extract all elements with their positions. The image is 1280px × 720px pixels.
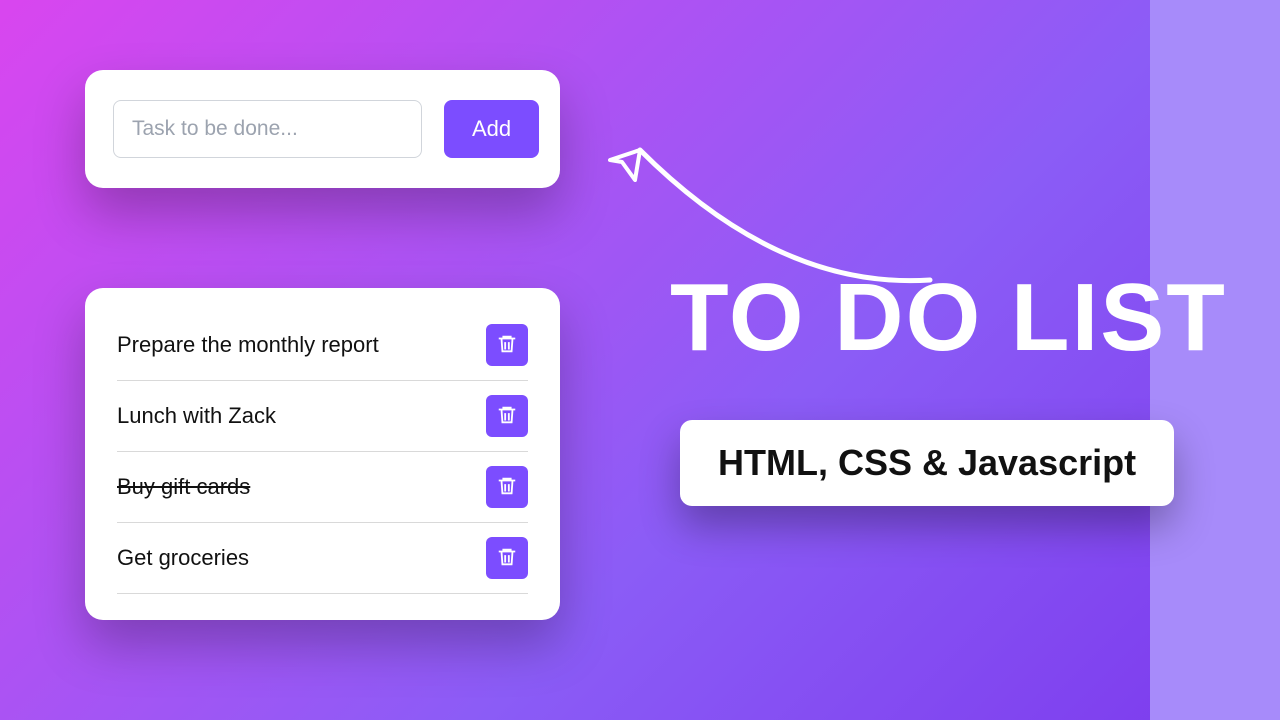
task-row: Prepare the monthly report: [117, 324, 528, 381]
task-row: Buy gift cards: [117, 452, 528, 523]
delete-button[interactable]: [486, 395, 528, 437]
delete-button[interactable]: [486, 324, 528, 366]
task-row: Lunch with Zack: [117, 381, 528, 452]
task-text[interactable]: Prepare the monthly report: [117, 332, 379, 358]
task-text[interactable]: Lunch with Zack: [117, 403, 276, 429]
trash-icon: [496, 333, 518, 358]
subtitle-card: HTML, CSS & Javascript: [680, 420, 1174, 506]
trash-icon: [496, 404, 518, 429]
add-button[interactable]: Add: [444, 100, 539, 158]
page-title: TO DO LIST: [670, 270, 1227, 366]
task-text[interactable]: Buy gift cards: [117, 474, 250, 500]
task-list-card: Prepare the monthly report Lunch with Za…: [85, 288, 560, 620]
delete-button[interactable]: [486, 537, 528, 579]
trash-icon: [496, 546, 518, 571]
subtitle-text: HTML, CSS & Javascript: [718, 442, 1136, 483]
task-row: Get groceries: [117, 523, 528, 594]
task-text[interactable]: Get groceries: [117, 545, 249, 571]
add-task-card: Add: [85, 70, 560, 188]
trash-icon: [496, 475, 518, 500]
delete-button[interactable]: [486, 466, 528, 508]
task-input[interactable]: [113, 100, 422, 158]
